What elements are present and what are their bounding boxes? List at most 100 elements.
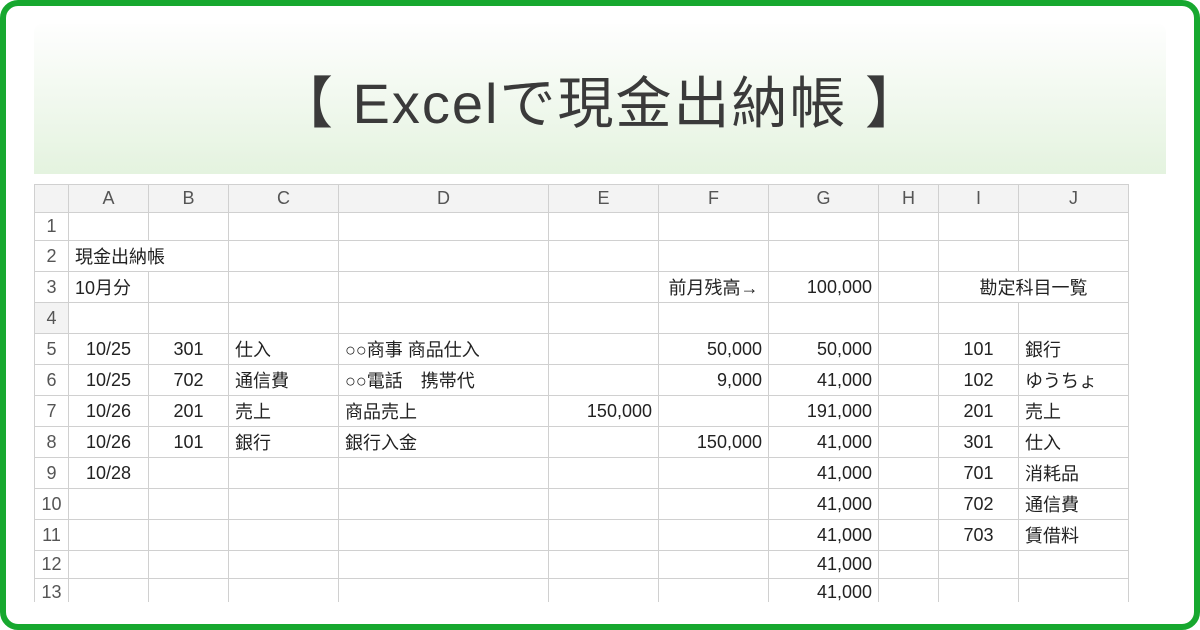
cell-bal[interactable]: 41,000 [769, 489, 879, 520]
cell-list-code[interactable]: 301 [939, 427, 1019, 458]
table-row[interactable]: 5 10/25 301 仕入 ○○商事 商品仕入 50,000 50,000 1… [35, 334, 1129, 365]
cell-desc[interactable]: ○○商事 商品仕入 [339, 334, 549, 365]
cell[interactable] [549, 272, 659, 303]
cell-desc[interactable] [339, 520, 549, 551]
cell-in[interactable] [549, 458, 659, 489]
cell-list-code[interactable]: 201 [939, 396, 1019, 427]
cell-desc[interactable] [339, 489, 549, 520]
table-row[interactable]: 12 41,000 [35, 551, 1129, 579]
cell[interactable] [229, 272, 339, 303]
cell-out[interactable]: 9,000 [659, 365, 769, 396]
cell-account[interactable]: 売上 [229, 396, 339, 427]
cell[interactable] [339, 272, 549, 303]
col-header[interactable]: E [549, 185, 659, 213]
row-header[interactable]: 13 [35, 579, 69, 603]
cell-account[interactable] [229, 489, 339, 520]
cell[interactable] [879, 272, 939, 303]
cell-date[interactable] [69, 520, 149, 551]
row-header[interactable]: 10 [35, 489, 69, 520]
cell-in[interactable] [549, 334, 659, 365]
cell-in[interactable] [549, 520, 659, 551]
cell-date[interactable] [69, 551, 149, 579]
row-header[interactable]: 9 [35, 458, 69, 489]
cell[interactable] [879, 213, 939, 241]
cell-code[interactable]: 702 [149, 365, 229, 396]
row-header[interactable]: 5 [35, 334, 69, 365]
cell[interactable] [879, 458, 939, 489]
cell-list-code[interactable] [939, 579, 1019, 603]
col-header[interactable]: I [939, 185, 1019, 213]
prev-balance-value[interactable]: 100,000 [769, 272, 879, 303]
cell-list-name[interactable]: 通信費 [1019, 489, 1129, 520]
prev-balance-label[interactable]: 前月残高→ [659, 272, 769, 303]
cell-list-code[interactable]: 101 [939, 334, 1019, 365]
cell-date[interactable]: 10/25 [69, 365, 149, 396]
cell-in[interactable] [549, 427, 659, 458]
cell[interactable] [769, 213, 879, 241]
row-header[interactable]: 6 [35, 365, 69, 396]
cell-in[interactable]: 150,000 [549, 396, 659, 427]
cell-in[interactable] [549, 579, 659, 603]
cell-date[interactable] [69, 579, 149, 603]
cell-out[interactable] [659, 551, 769, 579]
cell[interactable] [1019, 241, 1129, 272]
cell-code[interactable] [149, 579, 229, 603]
cell-code[interactable] [149, 551, 229, 579]
cell-out[interactable] [659, 458, 769, 489]
cell[interactable] [549, 213, 659, 241]
cell-list-name[interactable]: 売上 [1019, 396, 1129, 427]
cell[interactable] [659, 213, 769, 241]
account-list-title[interactable]: 勘定科目一覧 [939, 272, 1129, 303]
cell-account[interactable] [229, 579, 339, 603]
cell-out[interactable] [659, 489, 769, 520]
cell-code[interactable] [149, 520, 229, 551]
cell[interactable] [879, 427, 939, 458]
cell[interactable] [229, 213, 339, 241]
cell[interactable] [339, 241, 549, 272]
col-header[interactable]: A [69, 185, 149, 213]
cell-bal[interactable]: 41,000 [769, 458, 879, 489]
cell-list-name[interactable] [1019, 551, 1129, 579]
cell-in[interactable] [549, 365, 659, 396]
cell-in[interactable] [549, 489, 659, 520]
table-row[interactable]: 2 現金出納帳 [35, 241, 1129, 272]
cell-desc[interactable] [339, 579, 549, 603]
cell-account[interactable] [229, 458, 339, 489]
row-header[interactable]: 1 [35, 213, 69, 241]
cell[interactable] [69, 213, 149, 241]
col-header[interactable]: C [229, 185, 339, 213]
table-row[interactable]: 3 10月分 前月残高→ 100,000 勘定科目一覧 [35, 272, 1129, 303]
cell-list-name[interactable]: 消耗品 [1019, 458, 1129, 489]
cell-bal[interactable]: 41,000 [769, 427, 879, 458]
cell[interactable] [879, 551, 939, 579]
cell-list-name[interactable]: 賃借料 [1019, 520, 1129, 551]
cell-out[interactable]: 150,000 [659, 427, 769, 458]
col-header[interactable]: B [149, 185, 229, 213]
cell-account[interactable]: 銀行 [229, 427, 339, 458]
cell-code[interactable]: 101 [149, 427, 229, 458]
row-header[interactable]: 12 [35, 551, 69, 579]
cell[interactable] [149, 213, 229, 241]
cell-code[interactable] [149, 458, 229, 489]
month-cell[interactable]: 10月分 [69, 272, 149, 303]
cell[interactable] [879, 365, 939, 396]
row-header[interactable]: 3 [35, 272, 69, 303]
cell[interactable] [149, 272, 229, 303]
cell-bal[interactable]: 191,000 [769, 396, 879, 427]
cell-out[interactable] [659, 396, 769, 427]
row-header[interactable]: 2 [35, 241, 69, 272]
cell-bal[interactable]: 41,000 [769, 579, 879, 603]
cell-desc[interactable]: 銀行入金 [339, 427, 549, 458]
cell-list-code[interactable]: 702 [939, 489, 1019, 520]
table-row[interactable]: 9 10/28 41,000 701 消耗品 [35, 458, 1129, 489]
table-row[interactable]: 10 41,000 702 通信費 [35, 489, 1129, 520]
table-header-row[interactable]: 4 日付 科目CD 勘定科目名 摘要 入金 出金 差引 科目CD 勘定科目名 [35, 303, 1129, 334]
cell-list-name[interactable]: 仕入 [1019, 427, 1129, 458]
col-header[interactable]: G [769, 185, 879, 213]
cell-out[interactable]: 50,000 [659, 334, 769, 365]
cell-date[interactable]: 10/26 [69, 396, 149, 427]
cell[interactable] [879, 303, 939, 334]
cell-code[interactable]: 301 [149, 334, 229, 365]
col-header[interactable]: D [339, 185, 549, 213]
cell[interactable] [769, 241, 879, 272]
